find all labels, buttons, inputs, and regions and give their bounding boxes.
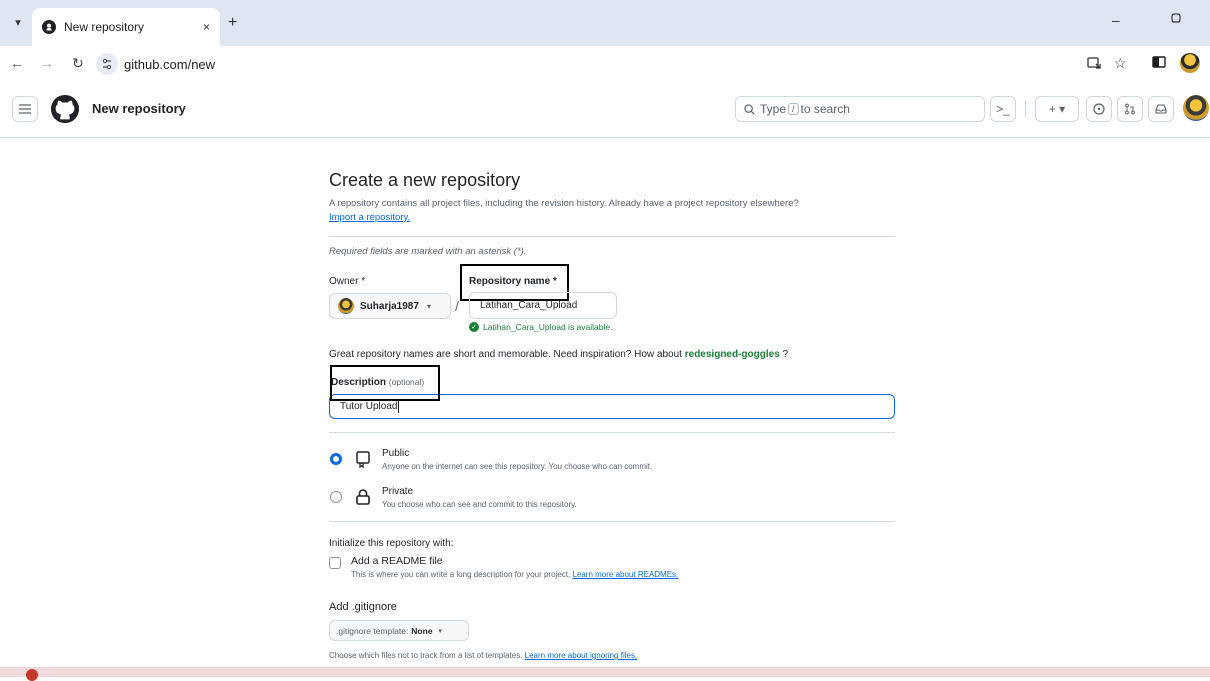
taskbar-app-icon[interactable]	[26, 669, 38, 681]
private-radio[interactable]	[330, 491, 342, 503]
issues-button[interactable]	[1086, 96, 1112, 122]
lead-text: A repository contains all project files,…	[329, 198, 799, 209]
description-value: Tutor Upload	[340, 401, 398, 412]
search-icon	[744, 103, 755, 115]
tab-close-icon[interactable]: ×	[203, 20, 210, 34]
annotation-box-description	[330, 365, 440, 401]
repository-name-value: Latihan_Cara_Upload	[480, 300, 578, 311]
back-arrow-icon[interactable]: ←	[10, 55, 24, 71]
gitignore-template-value: None	[411, 625, 433, 636]
availability-message: ✓ Latihan_Cara_Upload is available.	[469, 322, 612, 332]
public-radio[interactable]	[330, 453, 342, 465]
install-app-icon[interactable]	[1086, 55, 1102, 71]
add-readme-option[interactable]: Add a README file This is where you can …	[329, 555, 678, 579]
lock-icon	[356, 489, 370, 505]
add-readme-checkbox[interactable]	[329, 557, 341, 569]
pull-requests-button[interactable]	[1117, 96, 1143, 122]
new-tab-button[interactable]: +	[228, 14, 237, 32]
hint-end: ?	[779, 349, 789, 360]
terminal-icon: >_	[996, 102, 1010, 116]
browser-tabstrip: ▾ New repository × + –	[0, 0, 1210, 46]
public-title: Public	[382, 448, 410, 459]
search-input[interactable]: Type / to search	[735, 96, 985, 122]
add-readme-description: This is where you can write a long descr…	[351, 570, 678, 579]
owner-repo-separator: /	[455, 298, 459, 314]
private-description: You choose who can see and commit to thi…	[382, 500, 577, 509]
owner-value: Suharja1987	[360, 300, 419, 312]
suggested-name-link[interactable]: redesigned-goggles	[685, 349, 780, 360]
browser-profile-avatar[interactable]	[1180, 53, 1200, 73]
repo-public-icon	[356, 451, 370, 468]
initialize-title: Initialize this repository with:	[329, 538, 454, 549]
add-readme-label: Add a README file	[351, 555, 443, 567]
bookmark-star-icon[interactable]: ☆	[1114, 55, 1127, 72]
gitignore-template-select[interactable]: .gitignore template: None ▾	[329, 620, 469, 641]
window-minimize-button[interactable]: –	[1112, 12, 1120, 28]
visibility-option-private[interactable]: Private You choose who can see and commi…	[330, 486, 577, 509]
divider-visibility	[329, 432, 895, 433]
readme-desc-text: This is where you can write a long descr…	[351, 570, 571, 579]
side-panel-icon[interactable]	[1152, 55, 1166, 69]
public-description: Anyone on the internet can see this repo…	[382, 462, 653, 471]
repository-name-input[interactable]: Latihan_Cara_Upload	[469, 292, 617, 319]
plus-dropdown-icon: + ▾	[1048, 102, 1066, 116]
inbox-button[interactable]	[1148, 96, 1174, 122]
search-placeholder-suffix: to search	[800, 102, 850, 116]
required-fields-note: Required fields are marked with an aster…	[329, 246, 527, 257]
page-lead: A repository contains all project files,…	[329, 197, 895, 225]
menu-hamburger-icon[interactable]	[12, 96, 38, 122]
gitignore-template-prefix: .gitignore template:	[336, 625, 409, 636]
os-taskbar-edge	[0, 667, 1210, 681]
address-bar[interactable]: github.com/new	[96, 50, 1056, 78]
gitignore-title: Add .gitignore	[329, 601, 397, 613]
divider-top	[329, 236, 895, 237]
name-suggestion-hint: Great repository names are short and mem…	[329, 349, 788, 360]
learn-more-ignoring-files-link[interactable]: Learn more about ignoring files.	[525, 651, 638, 660]
gitignore-desc-text: Choose which files not to track from a l…	[329, 651, 523, 660]
search-shortcut-key: /	[788, 103, 799, 115]
site-settings-icon[interactable]	[96, 53, 118, 75]
browser-tab[interactable]: New repository ×	[32, 8, 220, 46]
page-title: Create a new repository	[329, 170, 521, 190]
hint-text: Great repository names are short and mem…	[329, 349, 685, 360]
issue-circle-icon	[1093, 103, 1105, 115]
command-palette-button[interactable]: >_	[990, 96, 1016, 122]
gitignore-description: Choose which files not to track from a l…	[329, 651, 637, 660]
availability-text: Latihan_Cara_Upload is available.	[483, 322, 613, 332]
divider-initialize	[329, 521, 895, 522]
chevron-down-icon: ▾	[426, 301, 431, 311]
private-title: Private	[382, 486, 414, 497]
pull-request-icon	[1125, 103, 1135, 115]
owner-label: Owner *	[329, 276, 366, 287]
header-divider	[1025, 100, 1026, 118]
owner-select-button[interactable]: Suharja1987 ▾	[329, 293, 451, 319]
visibility-option-public[interactable]: Public Anyone on the internet can see th…	[330, 448, 652, 471]
forward-arrow-icon[interactable]: →	[40, 55, 54, 71]
reload-icon[interactable]: ↻	[72, 55, 84, 72]
chevron-down-icon: ▾	[438, 627, 443, 635]
learn-more-readmes-link[interactable]: Learn more about READMEs.	[572, 570, 678, 579]
search-placeholder-prefix: Type	[760, 102, 787, 116]
tab-title: New repository	[64, 20, 145, 34]
page-context-title[interactable]: New repository	[92, 101, 186, 116]
check-circle-icon: ✓	[469, 322, 479, 332]
url-text: github.com/new	[124, 56, 216, 72]
github-header: New repository Type / to search >_ + ▾	[0, 82, 1210, 138]
github-favicon-icon	[42, 20, 56, 34]
owner-avatar	[338, 298, 354, 314]
create-repo-form: Create a new repository A repository con…	[329, 170, 895, 225]
tab-search-chevron-icon[interactable]: ▾	[8, 12, 28, 32]
window-restore-icon[interactable]	[1170, 12, 1182, 24]
create-new-button[interactable]: + ▾	[1035, 96, 1079, 122]
import-repository-link[interactable]: Import a repository.	[329, 212, 410, 223]
github-logo-icon[interactable]	[50, 94, 80, 124]
browser-toolbar: ← → ↻ github.com/new ☆	[0, 46, 1210, 82]
user-avatar[interactable]	[1183, 95, 1209, 121]
inbox-icon	[1155, 104, 1167, 114]
text-cursor	[398, 400, 400, 413]
